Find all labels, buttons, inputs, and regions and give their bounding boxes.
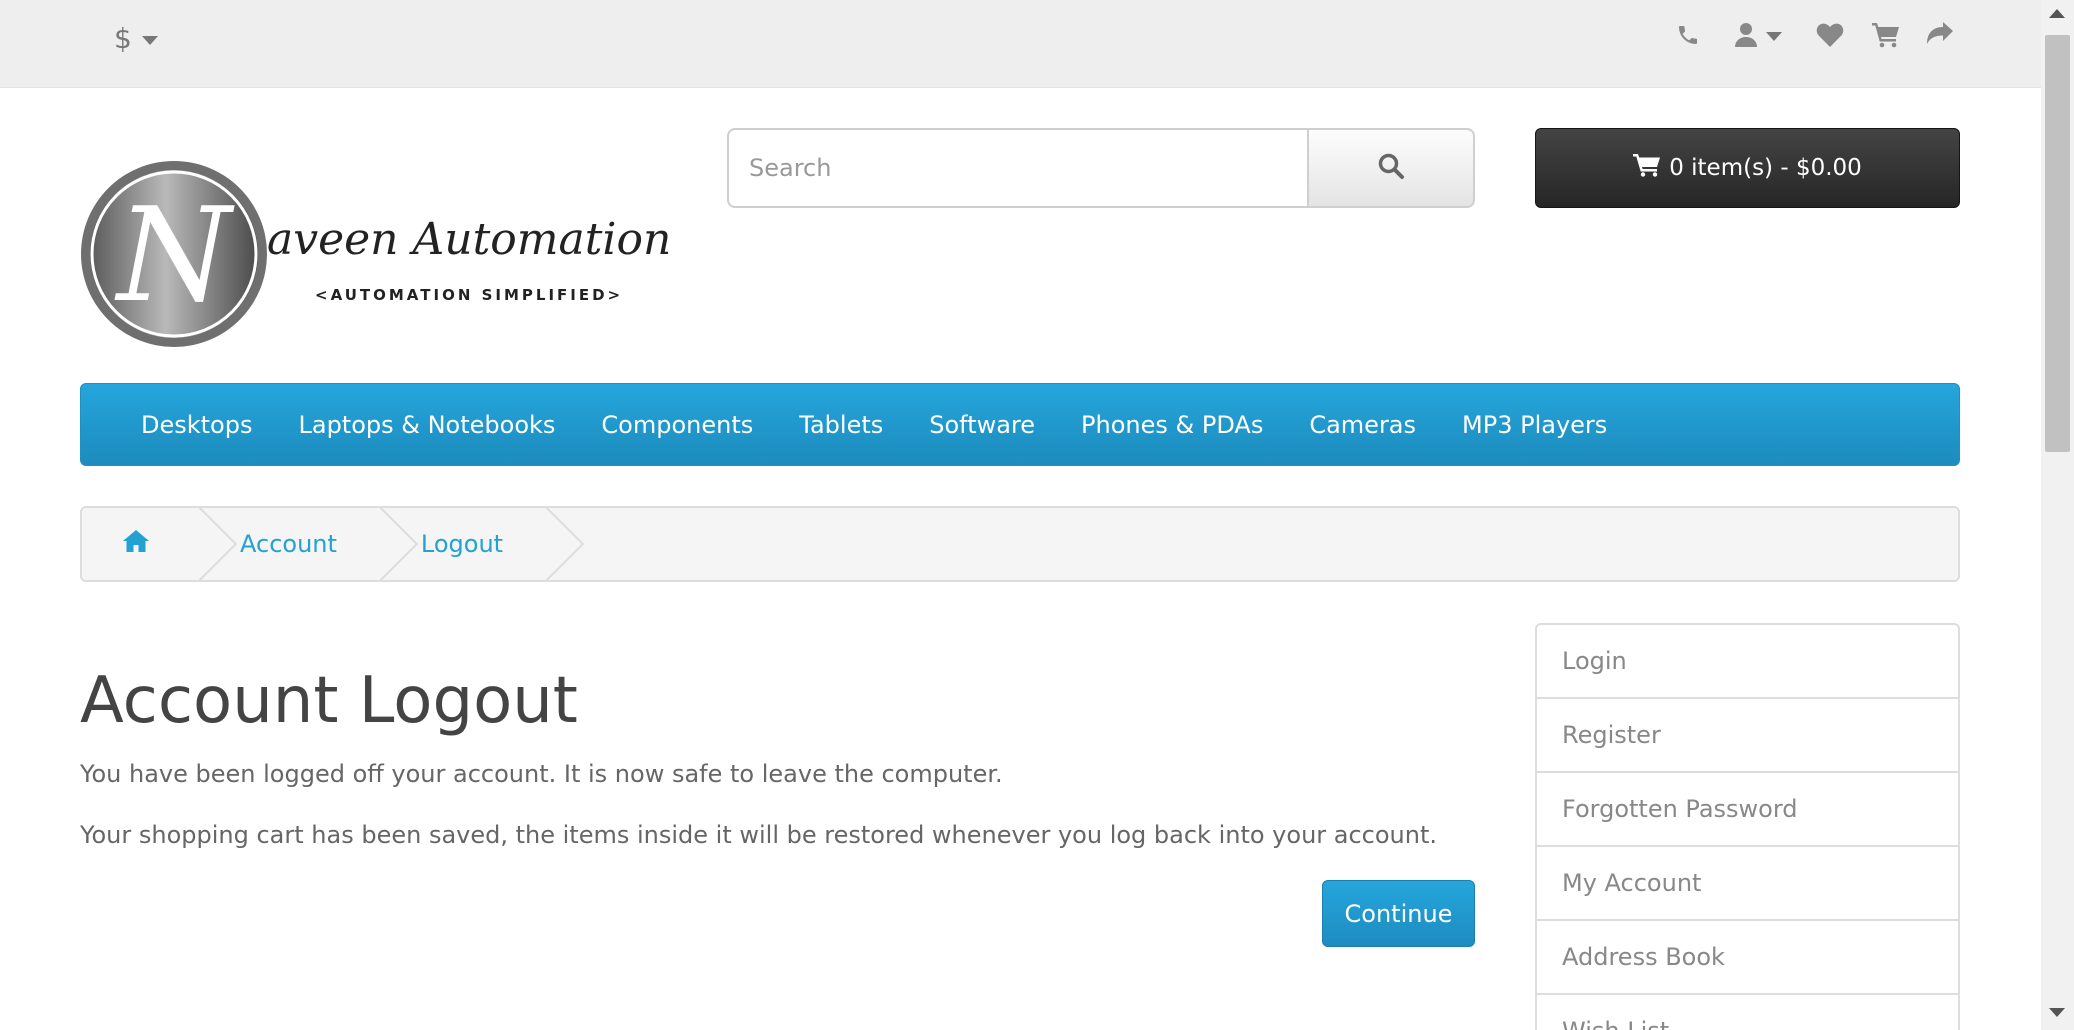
shopping-cart-icon xyxy=(1633,153,1661,183)
sidebar-item-forgotten-password[interactable]: Forgotten Password xyxy=(1537,773,1958,847)
top-bar: $ xyxy=(0,0,2041,88)
account-sidebar-viewport: Login Register Forgotten Password My Acc… xyxy=(1530,600,1970,1030)
menu-item-desktops[interactable]: Desktops xyxy=(118,411,275,439)
currency-dropdown[interactable]: $ xyxy=(114,22,158,55)
search-bar xyxy=(727,128,1475,208)
breadcrumb-logout[interactable]: Logout xyxy=(381,508,547,580)
menu-item-tablets[interactable]: Tablets xyxy=(776,411,906,439)
search-icon xyxy=(1377,152,1405,184)
user-icon xyxy=(1734,22,1758,48)
cart-total-label: 0 item(s) - $0.00 xyxy=(1669,155,1862,181)
menu-item-components[interactable]: Components xyxy=(578,411,776,439)
menu-item-software[interactable]: Software xyxy=(906,411,1058,439)
phone-icon[interactable] xyxy=(1676,23,1700,47)
page-scrollbar[interactable] xyxy=(2041,0,2074,1030)
sidebar-item-address-book[interactable]: Address Book xyxy=(1537,921,1958,995)
breadcrumb: Account Logout xyxy=(80,506,1960,582)
continue-button[interactable]: Continue xyxy=(1322,880,1475,947)
sidebar-item-register[interactable]: Register xyxy=(1537,699,1958,773)
menu-item-phones-pdas[interactable]: Phones & PDAs xyxy=(1058,411,1286,439)
chevron-down-icon xyxy=(1766,32,1782,41)
breadcrumb-home[interactable] xyxy=(82,508,200,580)
cart-saved-message: Your shopping cart has been saved, the i… xyxy=(80,821,1438,849)
sidebar-item-login[interactable]: Login xyxy=(1537,625,1958,699)
page-title: Account Logout xyxy=(80,664,578,738)
logo-brand-name: aveen Automation Labs xyxy=(267,214,668,265)
scroll-thumb[interactable] xyxy=(2045,35,2070,452)
sidebar-item-wish-list[interactable]: Wish List xyxy=(1537,995,1958,1030)
search-button[interactable] xyxy=(1307,128,1475,208)
top-links xyxy=(1676,22,1954,48)
scroll-down-arrow-icon[interactable] xyxy=(2049,1008,2065,1017)
category-menu: Desktops Laptops & Notebooks Components … xyxy=(80,383,1960,466)
breadcrumb-account[interactable]: Account xyxy=(200,508,381,580)
share-icon[interactable] xyxy=(1926,22,1954,48)
currency-symbol: $ xyxy=(114,22,132,55)
cart-button[interactable]: 0 item(s) - $0.00 xyxy=(1535,128,1960,208)
sidebar-item-my-account[interactable]: My Account xyxy=(1537,847,1958,921)
scroll-up-arrow-icon[interactable] xyxy=(2049,9,2065,18)
account-sidebar: Login Register Forgotten Password My Acc… xyxy=(1535,623,1960,1030)
chevron-down-icon xyxy=(141,35,158,45)
logo[interactable]: N aveen Automation Labs <AUTOMATION SIMP… xyxy=(80,158,792,350)
account-dropdown[interactable] xyxy=(1734,22,1782,48)
shopping-cart-icon[interactable] xyxy=(1872,22,1900,48)
menu-item-mp3-players[interactable]: MP3 Players xyxy=(1439,411,1630,439)
logout-message: You have been logged off your account. I… xyxy=(80,760,1003,788)
search-input[interactable] xyxy=(727,128,1307,208)
menu-item-cameras[interactable]: Cameras xyxy=(1286,411,1439,439)
menu-item-laptops-notebooks[interactable]: Laptops & Notebooks xyxy=(275,411,578,439)
home-icon xyxy=(122,529,150,559)
heart-icon[interactable] xyxy=(1816,22,1844,48)
logo-initial: N xyxy=(114,179,235,331)
logo-tagline: <AUTOMATION SIMPLIFIED> xyxy=(315,286,623,304)
